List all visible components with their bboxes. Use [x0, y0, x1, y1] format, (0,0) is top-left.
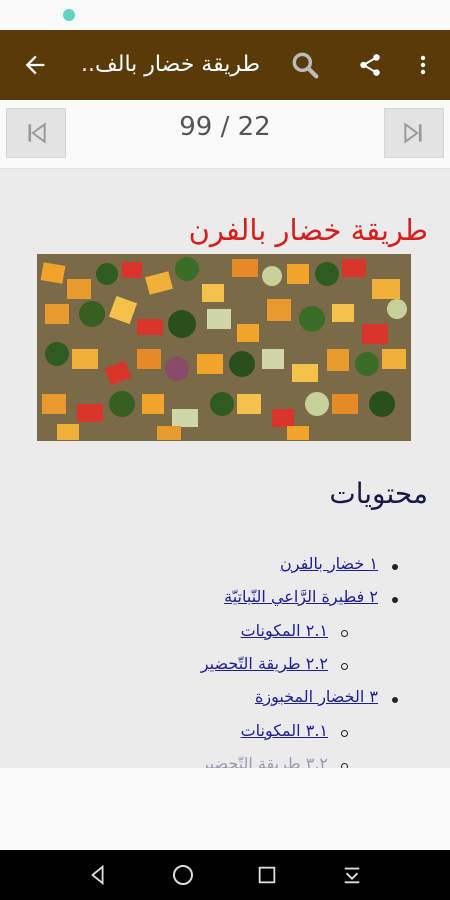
- toc-link-2-2[interactable]: ٢.٢ طريقة التّحضير: [201, 654, 328, 673]
- skip-next-icon: [404, 122, 422, 144]
- footer-area: [0, 768, 450, 850]
- page-counter: 99 / 22: [179, 112, 271, 142]
- article-title: طريقة خضار بالفرن: [188, 213, 428, 247]
- toc-bullet: [392, 597, 398, 603]
- toc-subbullet: [341, 630, 348, 637]
- search-icon[interactable]: [280, 30, 330, 100]
- nav-home-button[interactable]: [153, 850, 213, 900]
- page-title: طريقة خضار بالف..: [81, 52, 260, 77]
- nav-menu-button[interactable]: [322, 850, 382, 900]
- toc-subbullet: [341, 730, 348, 737]
- nav-recents-button[interactable]: [237, 850, 297, 900]
- toc-heading: محتويات: [329, 477, 428, 510]
- article-content[interactable]: طريقة خضار بالفرن محتويات ١ خضار بالفرن …: [0, 169, 450, 768]
- app-bar: طريقة خضار بالف..: [0, 30, 450, 100]
- toc-bullet: [392, 564, 398, 570]
- system-navigation-bar: [0, 850, 450, 900]
- more-vert-icon[interactable]: [400, 30, 445, 100]
- back-icon[interactable]: [10, 30, 60, 100]
- last-page-button[interactable]: [384, 108, 444, 158]
- roasted-vegetables-image: [37, 254, 411, 441]
- nav-back-button[interactable]: [68, 850, 128, 900]
- toc-link-3-1[interactable]: ٣.١ المكونات: [241, 721, 328, 740]
- nav-back-icon: [91, 864, 104, 886]
- share-icon[interactable]: [345, 30, 395, 100]
- notification-dot-icon: [63, 9, 75, 21]
- nav-home-icon: [173, 865, 193, 885]
- page-navigator: 99 / 22: [0, 100, 450, 169]
- toc-link-1[interactable]: ١ خضار بالفرن: [280, 554, 378, 573]
- status-bar: [0, 0, 450, 30]
- toc-link-2-1[interactable]: ٢.١ المكونات: [241, 621, 328, 640]
- nav-menu-icon: [344, 867, 360, 884]
- toc-link-3[interactable]: ٣ الخضار المخبوزة: [255, 687, 378, 706]
- nav-recents-icon: [258, 866, 276, 884]
- toc-link-2[interactable]: ٢ فطيرة الرَّاعي النّباتيّة: [224, 587, 378, 606]
- toc-bullet: [392, 697, 398, 703]
- toc-subbullet: [341, 663, 348, 670]
- toc-link-3-2[interactable]: ٣.٢ طريقة التّحضير: [201, 754, 328, 768]
